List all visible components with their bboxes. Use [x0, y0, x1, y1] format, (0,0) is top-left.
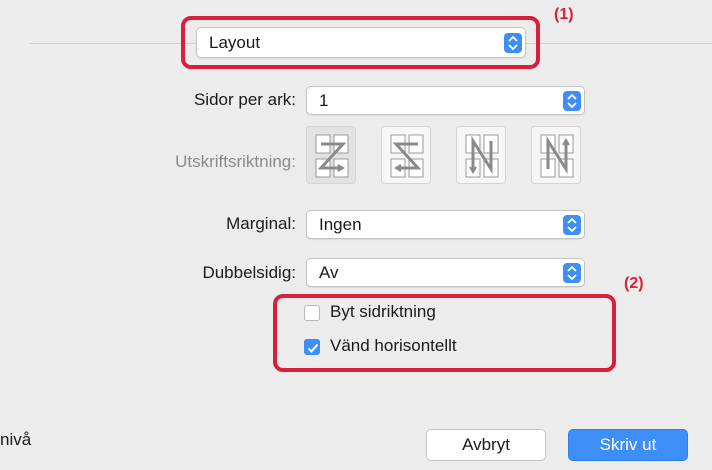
dubbelsidig-value: Av	[319, 262, 339, 282]
partial-footer-text: nivå	[0, 430, 32, 449]
sidor-per-ark-popup[interactable]: 1	[306, 86, 585, 115]
callout-number-1: (1)	[554, 6, 574, 23]
cancel-button[interactable]: Avbryt	[426, 429, 546, 461]
callout-box-2	[273, 294, 616, 372]
callout-number-2: (2)	[624, 275, 644, 292]
marginal-value: Ingen	[319, 214, 362, 234]
n-orientation-icon[interactable]	[531, 126, 581, 184]
print-button[interactable]: Skriv ut	[568, 429, 688, 461]
vand-horisontellt-label[interactable]: Vänd horisontellt	[330, 336, 457, 356]
sidor-per-ark-label: Sidor per ark:	[193, 90, 296, 109]
z-orientation-icon[interactable]	[306, 126, 356, 184]
vand-horisontellt-checkbox[interactable]	[304, 339, 320, 355]
dubbelsidig-popup[interactable]: Av	[306, 258, 585, 287]
byt-sidriktning-checkbox[interactable]	[304, 305, 320, 321]
print-dialog-panel: Layout (1) Sidor per ark: 1 Utskriftsrik…	[0, 0, 712, 470]
byt-sidriktning-label[interactable]: Byt sidriktning	[330, 302, 436, 322]
updown-chevron-icon	[563, 214, 581, 235]
checkmark-icon	[307, 343, 319, 353]
updown-chevron-icon	[563, 90, 581, 111]
s-reverse-orientation-icon[interactable]	[381, 126, 431, 184]
updown-chevron-icon	[563, 262, 581, 283]
dubbelsidig-label: Dubbelsidig:	[202, 263, 296, 282]
n-reverse-orientation-icon[interactable]	[456, 126, 506, 184]
callout-box-1	[181, 16, 540, 69]
utskriftsriktning-label: Utskriftsriktning:	[175, 152, 296, 171]
marginal-label: Marginal:	[226, 214, 296, 233]
marginal-popup[interactable]: Ingen	[306, 210, 585, 239]
sidor-per-ark-value: 1	[319, 90, 329, 110]
